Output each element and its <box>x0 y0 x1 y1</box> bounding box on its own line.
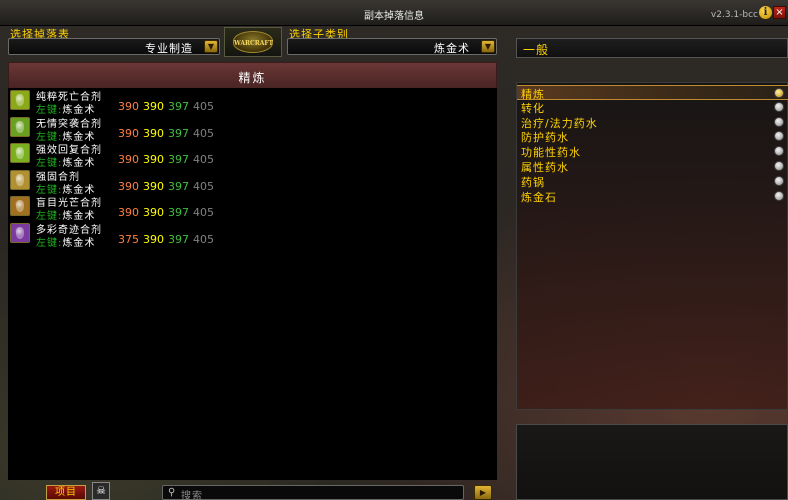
chevron-down-icon[interactable]: ▼ <box>481 40 495 53</box>
category-item[interactable]: 炼金石 <box>517 189 788 204</box>
next-page-button[interactable]: ▶ <box>474 485 492 500</box>
skill-level: 390 <box>118 179 139 193</box>
search-placeholder: 搜索 <box>181 491 203 500</box>
category-list: 精炼 转化 治疗/法力药水 防护药水 功能性药水 属性药水 药锅 炼金石 <box>516 82 788 410</box>
skill-levels: 375 390 397 405 <box>118 233 218 246</box>
skill-levels: 390 390 397 405 <box>118 206 218 219</box>
flask-icon <box>10 196 30 216</box>
skill-level: 397 <box>168 153 189 166</box>
radio-icon[interactable] <box>774 175 784 186</box>
skill-level: 390 <box>118 206 139 219</box>
window-title: 副本掉落信息 <box>364 11 424 22</box>
radio-icon[interactable] <box>774 161 784 171</box>
list-header-title: 精炼 <box>238 71 267 85</box>
radio-icon[interactable] <box>774 101 784 112</box>
project-button[interactable]: 项目 <box>46 485 86 500</box>
radio-icon[interactable] <box>774 190 784 201</box>
skill-level: 390 <box>143 179 164 193</box>
info-button[interactable]: i <box>759 6 772 19</box>
category-label: 防护药水 <box>521 131 569 145</box>
skill-level: 397 <box>168 206 189 219</box>
skill-level: 397 <box>168 179 189 193</box>
skill-level: 405 <box>193 153 214 166</box>
category-item[interactable]: 药锅 <box>517 174 788 189</box>
search-input[interactable]: ⚲ 搜索 <box>162 485 464 500</box>
skill-level: 405 <box>193 100 214 113</box>
skill-level: 390 <box>143 232 164 246</box>
flask-icon <box>10 116 30 137</box>
skill-level: 405 <box>193 126 214 140</box>
skill-levels: 390 390 397 405 <box>118 153 218 166</box>
flask-icon <box>10 222 30 243</box>
sub-category-dropdown[interactable]: 炼金术 ▼ <box>287 38 497 55</box>
flask-icon <box>10 90 30 110</box>
skill-level: 397 <box>168 232 189 246</box>
sub-category-value: 炼金术 <box>434 42 470 55</box>
skill-level: 390 <box>143 206 164 219</box>
skill-level: 405 <box>193 179 214 193</box>
category-label: 功能性药水 <box>521 146 581 160</box>
category-item[interactable]: 治疗/法力药水 <box>517 115 788 130</box>
recipe-list: 纯粹死亡合剂 左键:炼金术 390 390 397 405 无情突袭合剂 左键:炼金术 390 3… <box>8 88 497 480</box>
skill-level: 390 <box>143 100 164 113</box>
skill-level: 397 <box>168 100 189 113</box>
list-item[interactable]: 纯粹死亡合剂 左键:炼金术 390 390 397 405 <box>8 88 497 116</box>
search-icon: ⚲ <box>168 487 176 498</box>
title-bar: 副本掉落信息 v2.3.1-bcc i × <box>0 0 788 26</box>
version-label: v2.3.1-bcc <box>710 10 758 20</box>
skill-level: 405 <box>193 206 214 219</box>
chevron-down-icon[interactable]: ▼ <box>204 40 218 53</box>
skill-level: 405 <box>193 232 214 246</box>
skill-levels: 390 390 397 405 <box>118 100 218 113</box>
radio-icon[interactable] <box>774 131 784 142</box>
detail-panel <box>516 424 788 500</box>
skill-levels: 390 390 397 405 <box>118 127 218 140</box>
list-item[interactable]: 盲目光芒合剂 左键:炼金术 390 390 397 405 <box>8 194 497 222</box>
logo-text: WARCRAFT <box>234 40 274 47</box>
list-header: 精炼 <box>8 62 497 89</box>
right-panel-title: 一般 <box>523 43 550 57</box>
flask-icon <box>10 169 30 190</box>
list-item[interactable]: 多彩奇迹合剂 左键:炼金术 375 390 397 405 <box>8 221 497 249</box>
source-value: 炼金术 <box>62 237 96 249</box>
list-item[interactable]: 强效回复合剂 左键:炼金术 390 390 397 405 <box>8 141 497 169</box>
radio-icon[interactable] <box>774 88 784 98</box>
skill-level: 390 <box>143 126 164 140</box>
logo-emblem: WARCRAFT <box>233 31 273 53</box>
category-label: 药锅 <box>521 175 545 189</box>
item-source: 左键:炼金术 <box>36 234 95 249</box>
category-label: 治疗/法力药水 <box>521 116 598 130</box>
category-item[interactable]: 属性药水 <box>517 159 788 174</box>
skill-level: 390 <box>118 100 139 113</box>
category-item[interactable]: 精炼 <box>517 85 788 101</box>
category-label: 属性药水 <box>521 161 569 174</box>
map-icon[interactable]: ☠ <box>92 482 110 500</box>
skill-level: 390 <box>118 126 139 140</box>
category-label: 炼金石 <box>521 190 557 204</box>
loot-table-value: 专业制造 <box>145 42 193 55</box>
category-item[interactable]: 防护药水 <box>517 129 788 144</box>
wow-logo: WARCRAFT <box>224 27 282 57</box>
list-item[interactable]: 无情突袭合剂 左键:炼金术 390 390 397 405 <box>8 115 497 143</box>
skill-levels: 390 390 397 405 <box>118 180 218 193</box>
skill-level: 390 <box>143 153 164 166</box>
source-key: 左键: <box>36 237 63 249</box>
skill-level: 390 <box>118 153 139 166</box>
right-panel-header[interactable]: 一般 <box>516 38 788 58</box>
loot-table-dropdown[interactable]: 专业制造 ▼ <box>8 38 220 55</box>
category-item[interactable]: 功能性药水 <box>517 144 788 159</box>
radio-icon[interactable] <box>774 146 784 157</box>
radio-icon[interactable] <box>774 116 784 127</box>
close-button[interactable]: × <box>773 6 786 19</box>
flask-icon <box>10 143 30 163</box>
skill-level: 397 <box>168 126 189 140</box>
skill-level: 375 <box>118 232 139 246</box>
category-label: 转化 <box>521 101 545 115</box>
list-item[interactable]: 强固合剂 左键:炼金术 390 390 397 405 <box>8 168 497 196</box>
category-item[interactable]: 转化 <box>517 100 788 115</box>
